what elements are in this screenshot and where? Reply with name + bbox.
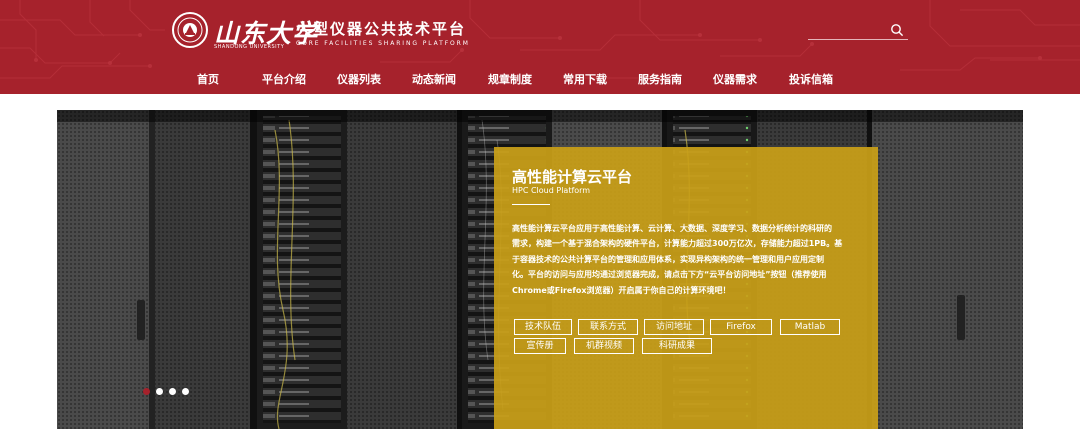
search-box [808,20,908,40]
nav-item-complaint-box[interactable]: 投诉信箱 [789,70,833,90]
card-description-line: Chrome或Firefox浏览器）开启属于你自己的计算环境吧！ [512,285,731,295]
platform-title-en: CORE FACILITIES SHARING PLATFORM [296,40,470,47]
card-divider [512,204,550,205]
nav-item-home[interactable]: 首页 [197,70,219,90]
slide-dot-2[interactable] [156,388,163,395]
team-button[interactable]: 技术队伍 [514,319,572,335]
card-description-line: 高性能计算云平台应用于高性能计算、云计算、大数据、深度学习、数据分析统计的科研的 [512,224,832,233]
nav-item-instrument-demand[interactable]: 仪器需求 [713,70,757,90]
cluster-video-button[interactable]: 机群视频 [574,338,634,354]
card-description: 高性能计算云平台应用于高性能计算、云计算、大数据、深度学习、数据分析统计的科研的… [512,221,864,298]
brochure-button[interactable]: 宣传册 [514,338,566,354]
platform-info-card: 高性能计算云平台 HPC Cloud Platform 高性能计算云平台应用于高… [494,147,878,429]
card-subtitle: HPC Cloud Platform [512,186,591,195]
nav-item-news[interactable]: 动态新闻 [412,70,456,90]
search-input[interactable] [808,20,886,39]
nav-item-service-guide[interactable]: 服务指南 [638,70,682,90]
access-url-button[interactable]: 访问地址 [644,319,704,335]
research-results-button[interactable]: 科研成果 [642,338,712,354]
platform-title: 大型仪器公共技术平台 [296,20,467,38]
nav-item-regulations[interactable]: 规章制度 [488,70,532,90]
slide-dot-4[interactable] [182,388,189,395]
school-name-en: SHANDONG UNIVERSITY [214,44,285,50]
university-seal-icon [172,12,208,48]
firefox-button[interactable]: Firefox [710,319,772,335]
contact-button[interactable]: 联系方式 [578,319,638,335]
card-description-line: 化。平台的访问与应用均通过浏览器完成，请点击下方“云平台访问地址”按钮（推荐使用 [512,270,827,280]
site-header: 山东大学 SHANDONG UNIVERSITY 大型仪器公共技术平台 CORE… [0,0,1080,94]
nav-item-instruments[interactable]: 仪器列表 [337,70,381,90]
nav-item-downloads[interactable]: 常用下载 [563,70,607,90]
card-description-line: 于容器技术的公共计算平台的管理和应用体系，实现异构架构的统一管理和用户应用定制 [512,254,824,264]
matlab-button[interactable]: Matlab [780,319,840,335]
search-icon[interactable] [890,23,904,37]
slide-dot-1[interactable] [143,388,150,395]
card-description-line: 需求，构建一个基于混合架构的硬件平台，计算能力超过300万亿次，存储能力超过1P… [512,239,843,249]
main-nav: 首页 平台介绍 仪器列表 动态新闻 规章制度 常用下载 服务指南 仪器需求 投诉… [0,70,1080,90]
slide-dot-3[interactable] [169,388,176,395]
nav-item-about[interactable]: 平台介绍 [262,70,306,90]
card-title: 高性能计算云平台 [512,168,633,186]
